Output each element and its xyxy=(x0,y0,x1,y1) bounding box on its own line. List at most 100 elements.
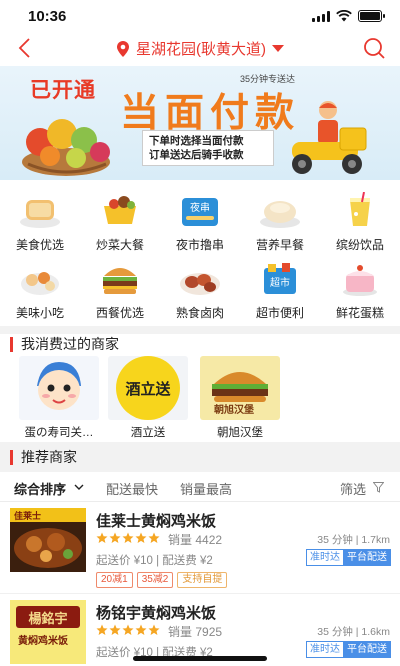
toast-icon xyxy=(20,200,60,228)
time-distance: 35 分钟 | 1.7km xyxy=(317,534,390,546)
category-label: 鲜花蛋糕 xyxy=(335,306,384,320)
dropdown-caret-icon xyxy=(272,44,284,52)
store-sales: 销量 4422 xyxy=(168,531,222,548)
section-divider xyxy=(0,326,400,334)
sort-sales[interactable]: 销量最高 xyxy=(180,479,232,498)
star-icon xyxy=(122,532,134,543)
banner-opened-label: 已开通 xyxy=(30,79,96,102)
store-list: 佳莱士 佳莱士黄焖鸡米饭 销量 4422 35 分钟 | 1.7km 起送价 ¥… xyxy=(0,502,400,666)
status-time: 10:36 xyxy=(28,8,67,25)
category-grid: 美食优选 炒菜大餐 夜串 夜市撸串 营养早餐 缤纷饮品 美味小吃 西餐优选 熟食… xyxy=(0,180,400,326)
star-icon xyxy=(96,624,108,635)
chevron-down-icon xyxy=(74,484,84,490)
location-label: 星湖花园(耿黄大道) xyxy=(136,41,266,58)
banner-note-line2: 订单送达后骑手收款 xyxy=(149,149,244,161)
stir-fry-icon xyxy=(104,196,136,224)
category-item[interactable]: 美味小吃 xyxy=(0,260,80,324)
merchant-name: 蛋の寿司关… xyxy=(24,427,94,439)
category-item[interactable]: 美食优选 xyxy=(0,192,80,256)
platform-delivery-badge: 平台配送 xyxy=(343,549,391,566)
star-icon xyxy=(109,624,121,635)
wifi-icon xyxy=(336,10,352,22)
category-label: 美食优选 xyxy=(15,238,64,252)
store-image: 佳莱士 xyxy=(10,508,86,572)
sales-count: 4422 xyxy=(195,533,223,547)
store-card[interactable]: 佳莱士 佳莱士黄焖鸡米饭 销量 4422 35 分钟 | 1.7km 起送价 ¥… xyxy=(0,502,400,594)
star-rating xyxy=(96,624,160,636)
recommend-section-title: 推荐商家 xyxy=(10,450,77,465)
sort-fastest[interactable]: 配送最快 xyxy=(106,479,158,498)
merchant-name: 酒立送 xyxy=(130,427,166,439)
location-selector[interactable]: 星湖花园(耿黄大道) xyxy=(0,38,400,59)
star-icon xyxy=(148,532,160,543)
filter-button[interactable]: 筛选 xyxy=(340,479,366,498)
category-label: 西餐优选 xyxy=(95,306,144,320)
merchant-tile[interactable]: 蛋の寿司关… xyxy=(16,356,102,440)
night-market-tag: 夜串 xyxy=(190,201,210,214)
promo-banner[interactable]: 已开通 35分钟专送达 当面付款 下单时选择当面付款 订单送达后骑手收款 xyxy=(0,66,400,180)
fruit-basket-image xyxy=(22,119,110,176)
star-icon xyxy=(135,532,147,543)
store-sales: 销量 7925 xyxy=(168,623,222,640)
category-item[interactable]: 夜串 夜市撸串 xyxy=(160,192,240,256)
zhaoxu-burger-logo: 朝旭汉堡 xyxy=(200,356,280,420)
star-icon xyxy=(109,532,121,543)
category-label: 营养早餐 xyxy=(255,238,304,252)
search-icon[interactable] xyxy=(362,36,386,60)
store-logo-subtext: 黄焖鸡米饭 xyxy=(18,636,68,647)
consumed-section-title: 我消费过的商家 xyxy=(10,337,119,352)
category-item[interactable]: 鲜花蛋糕 xyxy=(320,260,400,324)
nav-bar: 星湖花园(耿黄大道) xyxy=(0,30,400,66)
sort-default[interactable]: 综合排序 xyxy=(14,479,66,498)
snack-icon xyxy=(21,272,59,295)
merchant-tile[interactable]: 酒立送 酒立送 xyxy=(105,356,191,440)
min-order: 起送价 ¥10 | 配送费 ¥2 xyxy=(96,555,213,567)
filter-icon[interactable] xyxy=(373,482,384,493)
braised-meat-icon xyxy=(180,273,220,295)
category-label: 美味小吃 xyxy=(15,306,64,320)
star-icon xyxy=(148,624,160,635)
recommend-header: 推荐商家 xyxy=(0,442,400,472)
category-item[interactable]: 炒菜大餐 xyxy=(80,192,160,256)
store-logo-text: 佳莱士 xyxy=(14,511,42,521)
jiulisong-logo: 酒立送 xyxy=(108,356,188,420)
promo-tag: 35减2 xyxy=(136,572,174,588)
category-label: 超市便利 xyxy=(255,306,304,320)
star-rating xyxy=(96,532,160,544)
delivery-rider-image xyxy=(292,101,367,174)
promo-tag: 20减1 xyxy=(96,572,133,588)
category-label: 炒菜大餐 xyxy=(95,238,144,252)
sales-label: 销量 xyxy=(168,533,193,547)
category-label: 夜市撸串 xyxy=(175,238,224,252)
star-icon xyxy=(135,624,147,635)
status-bar: 10:36 xyxy=(0,0,400,30)
night-market-icon: 夜串 xyxy=(182,198,218,226)
category-item[interactable]: 西餐优选 xyxy=(80,260,160,324)
banner-note-line1: 下单时选择当面付款 xyxy=(149,135,244,147)
category-item[interactable]: 超市 超市便利 xyxy=(240,260,320,324)
cake-icon xyxy=(343,265,377,296)
burger-icon xyxy=(103,268,137,294)
sales-count: 7925 xyxy=(195,625,223,639)
supermarket-icon: 超市 xyxy=(264,263,296,294)
consumed-merchants-section: 我消费过的商家 蛋の寿司关… 酒立送 酒立送 朝旭汉堡 朝旭汉堡 xyxy=(0,334,400,442)
time-distance: 35 分钟 | 1.6km xyxy=(317,626,390,638)
sort-bar: 综合排序 配送最快 销量最高 筛选 xyxy=(0,472,400,502)
battery-icon xyxy=(358,10,385,22)
category-item[interactable]: 缤纷饮品 xyxy=(320,192,400,256)
category-item[interactable]: 营养早餐 xyxy=(240,192,320,256)
cartoon-avatar-logo xyxy=(19,356,99,420)
store-name: 佳莱士黄焖鸡米饭 xyxy=(96,513,217,530)
location-pin-icon xyxy=(117,40,129,57)
signal-icon xyxy=(312,10,330,22)
status-icons xyxy=(312,10,385,22)
star-icon xyxy=(122,624,134,635)
promo-tag: 支持自提 xyxy=(177,572,228,588)
merchant-tile[interactable]: 朝旭汉堡 朝旭汉堡 xyxy=(197,356,283,440)
category-label: 缤纷饮品 xyxy=(335,238,384,252)
merchant-name: 朝旭汉堡 xyxy=(217,427,263,439)
home-indicator[interactable] xyxy=(133,656,267,661)
category-item[interactable]: 熟食卤肉 xyxy=(160,260,240,324)
store-image: 楊銘宇 黄焖鸡米饭 xyxy=(10,600,86,664)
store-logo-text: 楊銘宇 xyxy=(28,610,68,626)
